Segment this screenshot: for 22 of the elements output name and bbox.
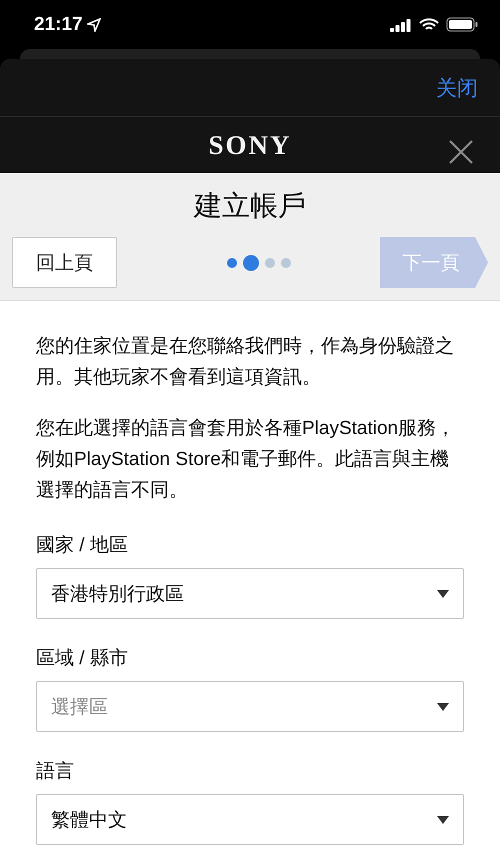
info-paragraph: 您的住家位置是在您聯絡我們時，作為身份驗證之用。其他玩家不會看到這項資訊。 [36, 335, 455, 390]
close-icon [448, 139, 474, 166]
field-label: 國家 / 地區 [36, 534, 129, 558]
dropdown-field[interactable]: 選擇區 [36, 681, 464, 732]
dropdown-caret-icon [437, 702, 449, 710]
dropdown-field[interactable]: 繁體中文 [36, 794, 464, 845]
page-title: 建立帳戶 [192, 189, 307, 223]
location-arrow-icon [86, 18, 101, 32]
back-button[interactable]: 回上頁 [12, 237, 117, 288]
battery-icon [446, 17, 478, 32]
field-label: 語言 [36, 760, 75, 784]
sony-logo: SONY [208, 130, 292, 161]
close-link[interactable]: 关闭 [436, 74, 478, 102]
dropdown-field[interactable]: 香港特別行政區 [36, 568, 464, 619]
wifi-icon [419, 18, 439, 32]
dropdown-caret-icon [437, 816, 449, 824]
field-label: 區域 / 縣市 [36, 647, 129, 671]
close-button[interactable] [448, 139, 474, 166]
dropdown-caret-icon [437, 590, 449, 598]
status-time: 21:17 [34, 14, 83, 36]
info-paragraph: 您在此選擇的語言會套用於各種PlayStation服務，例如PlayStation Store和電子郵件。此語言與主機選擇的語言不同。 [36, 417, 456, 503]
signal-icon [390, 18, 412, 32]
